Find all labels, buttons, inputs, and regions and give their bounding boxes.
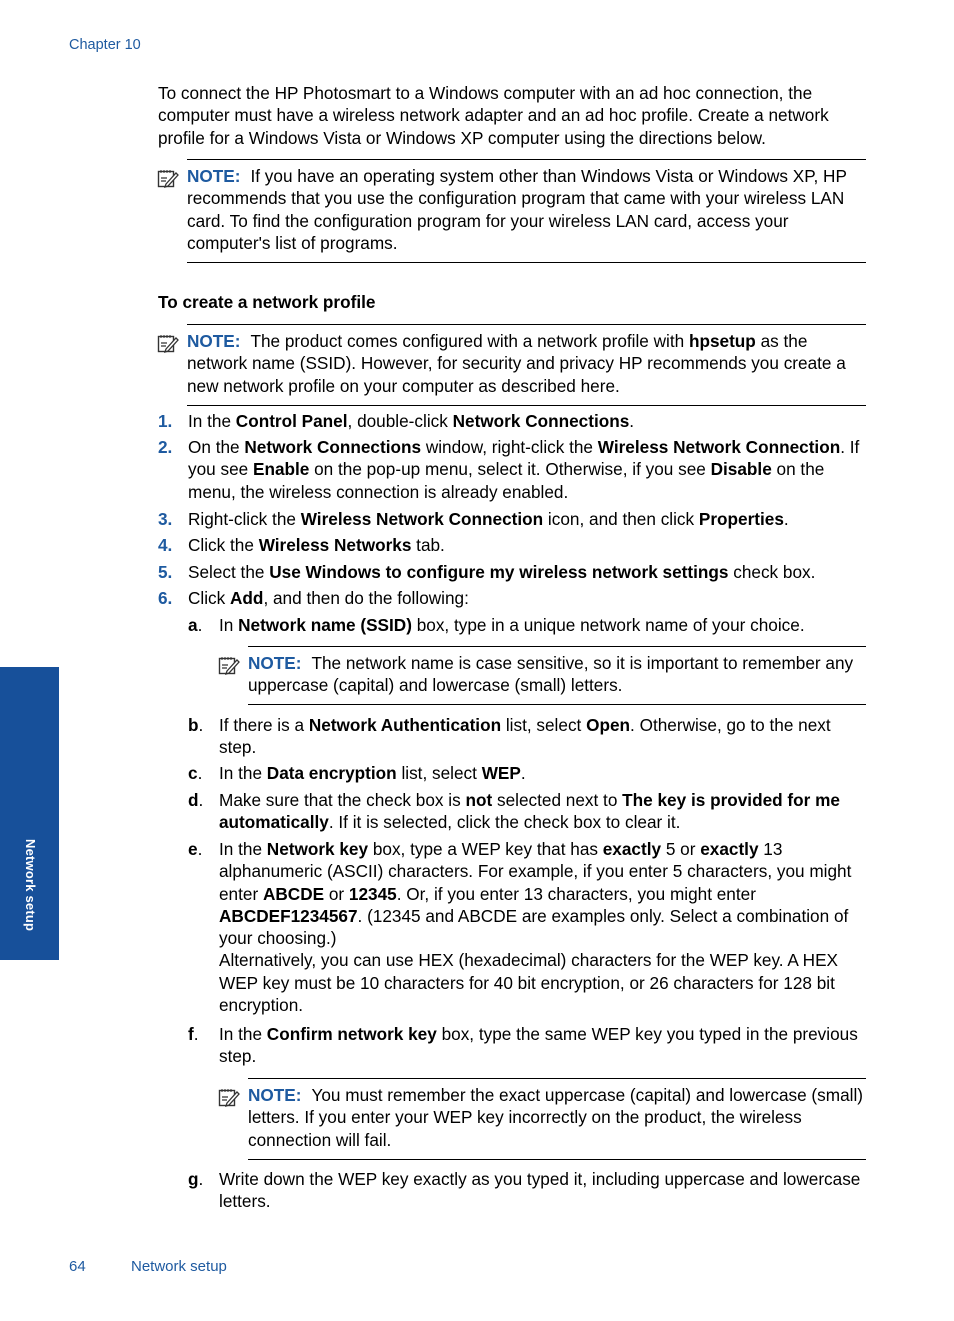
step-number: 4. [158,535,173,555]
note-pencil-icon [157,170,179,188]
note-hpsetup: NOTE: The product comes configured with a… [157,324,866,406]
substep-letter: e. [188,839,203,859]
step-number: 2. [158,437,173,457]
chapter-header: Chapter 10 [69,37,141,53]
substep-item: c. In the Data encryption list, select WE… [188,762,869,784]
note-pencil-icon [157,335,179,353]
step-item: 3. Right-click the Wireless Network Conne… [158,508,868,530]
step-text: On the Network Connections window, right… [188,437,860,502]
substep-letter: b. [188,715,204,735]
step-text: Select the Use Windows to configure my w… [188,562,816,582]
intro-paragraph: To connect the HP Photosmart to a Window… [158,83,829,148]
note-text: If you have an operating system other th… [187,166,847,253]
step-item: 4. Click the Wireless Networks tab. [158,534,868,556]
step-text: Click Add, and then do the following: [188,588,469,608]
substep-item: f. In the Confirm network key box, type t… [188,1023,869,1068]
note-label: NOTE: [187,331,241,351]
step-number: 6. [158,588,173,608]
step-text: In the Control Panel, double-click Netwo… [188,411,635,431]
note-pencil-icon [218,1089,240,1107]
substep-letter: c. [188,763,203,783]
step-number: 1. [158,411,173,431]
section-heading: To create a network profile [158,292,376,312]
substep-item: d. Make sure that the check box is not se… [188,789,869,834]
substep-text: In the Data encryption list, select WEP. [219,763,526,783]
substep-letter: a. [188,615,203,635]
note-wep-case: NOTE: You must remember the exact upperca… [218,1078,866,1160]
note-text: The network name is case sensitive, so i… [248,653,854,696]
step-item: 2. On the Network Connections window, rig… [158,436,868,503]
substep-text: If there is a Network Authentication lis… [219,715,831,758]
step-text: Click the Wireless Networks tab. [188,535,445,555]
note-case-sensitive: NOTE: The network name is case sensitive,… [218,646,866,705]
step-text: Right-click the Wireless Network Connect… [188,509,789,529]
step-number: 3. [158,509,173,529]
note-os-other: NOTE: If you have an operating system oth… [157,159,866,263]
substep-text: In Network name (SSID) box, type in a un… [219,615,805,635]
step-item: 6. Click Add, and then do the following: [158,587,868,609]
substep-text: Make sure that the check box is not sele… [219,790,840,833]
note-pencil-icon [218,657,240,675]
note-label: NOTE: [248,1085,302,1105]
note-text: You must remember the exact uppercase (c… [248,1085,863,1150]
substep-text: In the Network key box, type a WEP key t… [219,839,852,1016]
note-text: The product comes configured with a netw… [187,331,846,396]
substep-item: b. If there is a Network Authentication l… [188,714,869,759]
footer-section-title: Network setup [131,1258,227,1275]
note-label: NOTE: [187,166,241,186]
step-item: 1. In the Control Panel, double-click Net… [158,410,868,432]
side-tab-label: Network setup [23,839,38,932]
substep-item: a. In Network name (SSID) box, type in a … [188,614,869,636]
substep-item: e. In the Network key box, type a WEP key… [188,838,869,1016]
substep-item: g. Write down the WEP key exactly as you … [188,1168,869,1213]
substep-text: In the Confirm network key box, type the… [219,1024,858,1067]
substep-letter: g. [188,1169,204,1189]
step-number: 5. [158,562,173,582]
substep-letter: f. [188,1024,199,1044]
substep-text: Write down the WEP key exactly as you ty… [219,1169,861,1212]
substep-letter: d. [188,790,204,810]
note-label: NOTE: [248,653,302,673]
side-section-tab: Network setup [0,667,59,960]
page-number: 64 [69,1258,86,1275]
step-item: 5. Select the Use Windows to configure my… [158,561,868,583]
